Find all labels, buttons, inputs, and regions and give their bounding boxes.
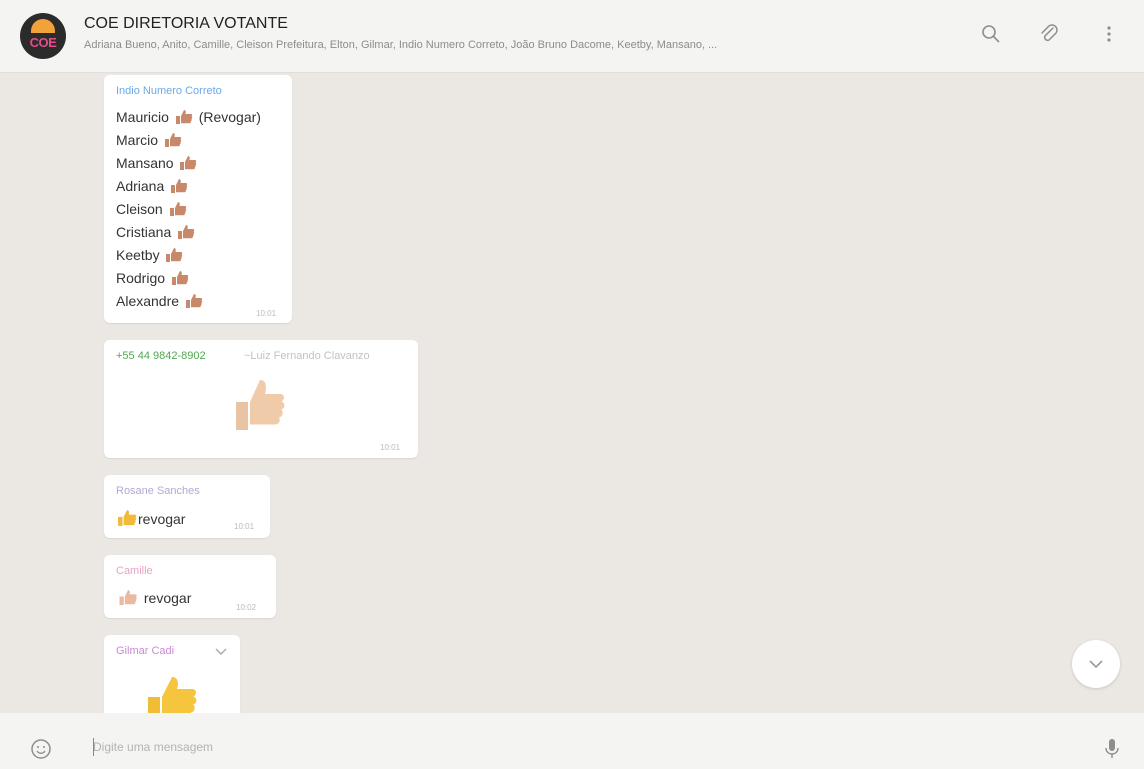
message-sender[interactable]: Gilmar Cadi [116, 645, 174, 657]
message-line: Keetby [116, 247, 185, 263]
thumbs-up-icon [171, 271, 189, 285]
message-line: Cristiana [116, 224, 197, 240]
message-time: 10:02 [236, 603, 257, 612]
message-sender[interactable]: Rosane Sanches [116, 485, 200, 497]
mic-icon[interactable] [1103, 737, 1121, 761]
message-line: Rodrigo [116, 270, 191, 286]
message-bubble[interactable]: Gilmar Cadi [104, 635, 240, 713]
message-sender-name: ~Luiz Fernando Clavanzo [244, 350, 370, 362]
message-line: Mauricio (Revogar) [116, 109, 261, 125]
menu-icon[interactable] [1097, 22, 1121, 46]
message-line: Mansano [116, 155, 199, 171]
chat-header: COE COE DIRETORIA VOTANTE Adriana Bueno,… [0, 0, 1144, 73]
chevron-down-icon[interactable] [214, 647, 228, 657]
avatar-sun-shape [31, 19, 55, 33]
message-sender[interactable]: Camille [116, 565, 153, 577]
thumbs-up-icon [118, 510, 137, 526]
message-line: Cleison [116, 201, 189, 217]
message-time: 10:01 [256, 309, 277, 318]
message-time: 10:01 [380, 443, 401, 452]
group-members: Adriana Bueno, Anito, Camille, Cleison P… [84, 39, 718, 51]
message-text: revogar [143, 590, 192, 606]
thumbs-up-icon [180, 156, 197, 170]
chevron-down-icon [1089, 660, 1103, 669]
line-text: Mansano [116, 155, 174, 171]
message-input[interactable] [93, 739, 993, 755]
thumbs-up-icon [171, 179, 188, 193]
line-text: Keetby [116, 247, 160, 263]
message-line: Alexandre [116, 293, 205, 309]
thumbs-up-icon [148, 677, 197, 713]
thumbs-up-icon [166, 248, 183, 262]
line-text: Cleison [116, 201, 163, 217]
message-text: revogar [138, 511, 186, 527]
thumbs-up-icon [119, 590, 137, 605]
message-line: revogar [116, 589, 191, 606]
avatar-text: COE [29, 35, 57, 50]
message-sender[interactable]: Indio Numero Correto [116, 85, 222, 97]
message-line: Marcio [116, 132, 184, 148]
line-text: Cristiana [116, 224, 172, 240]
line-text: Alexandre [116, 293, 180, 309]
thumbs-up-icon [185, 294, 203, 308]
message-bubble[interactable]: Indio Numero Correto Mauricio (Revogar) … [104, 75, 292, 323]
message-bubble[interactable]: Rosane Sanches revogar 10:01 [104, 475, 270, 538]
group-avatar[interactable]: COE [20, 13, 66, 59]
line-suffix: (Revogar) [198, 109, 261, 125]
thumbs-up-icon [169, 202, 186, 216]
thumbs-up-icon [164, 133, 182, 147]
line-text: Mauricio [116, 109, 169, 125]
message-time: 10:01 [234, 522, 255, 531]
search-icon[interactable] [979, 22, 1003, 46]
message-list[interactable]: Indio Numero Correto Mauricio (Revogar) … [0, 73, 1144, 713]
thumbs-up-icon [178, 225, 195, 239]
group-title[interactable]: COE DIRETORIA VOTANTE [84, 15, 288, 33]
message-bubble[interactable]: +55 44 9842-8902 ~Luiz Fernando Clavanzo… [104, 340, 418, 458]
composer-bar [0, 713, 1144, 769]
paperclip-icon[interactable] [1037, 22, 1061, 46]
emoji-icon[interactable] [30, 738, 52, 760]
message-sender-phone[interactable]: +55 44 9842-8902 [116, 350, 206, 362]
thumbs-up-icon [175, 110, 193, 124]
message-line: revogar [116, 509, 185, 527]
message-bubble[interactable]: Camille revogar 10:02 [104, 555, 276, 618]
thumbs-up-icon [236, 380, 285, 430]
message-line: Adriana [116, 178, 190, 194]
line-text: Rodrigo [116, 270, 166, 286]
line-text: Marcio [116, 132, 159, 148]
scroll-down-button[interactable] [1072, 640, 1120, 688]
line-text: Adriana [116, 178, 165, 194]
